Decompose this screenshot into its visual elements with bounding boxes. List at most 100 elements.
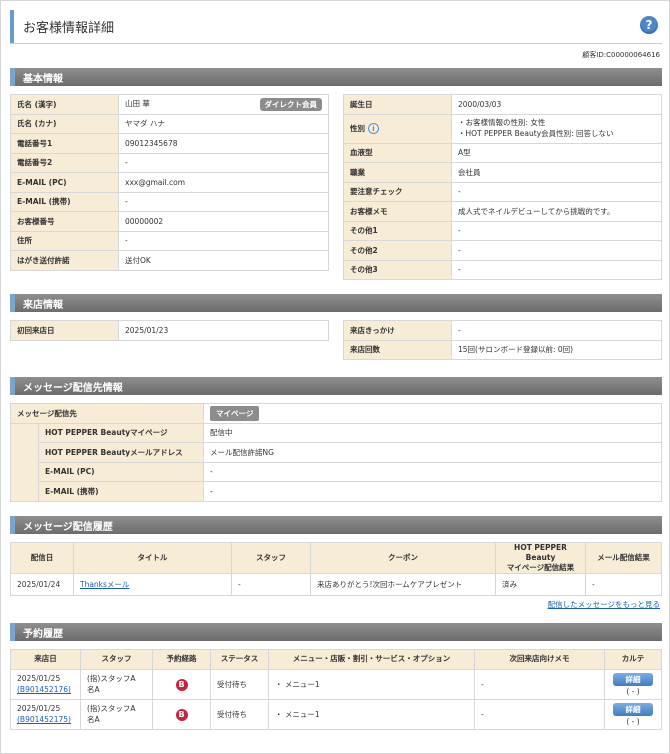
- field-value: -: [451, 220, 662, 241]
- col-coupon: クーポン: [310, 541, 496, 575]
- chart-cell: 詳細( - ): [604, 699, 662, 730]
- field-label: HOT PEPPER Beautyメールアドレス: [37, 442, 205, 463]
- field-value: 会社員: [451, 162, 662, 183]
- field-label: 職業: [343, 162, 452, 183]
- indent-cell: [10, 422, 39, 502]
- chart-cell: 詳細( - ): [604, 669, 662, 700]
- visit-date-cell: 2025/01/25 (B901452176): [10, 669, 81, 700]
- section-visit-info: 来店情報: [10, 294, 662, 312]
- field-value: -: [451, 259, 662, 280]
- basic-info-left-table: 氏名 (漢字) ダイレクト会員 山田 華氏名 (カナ) ヤマダ ハナ 電話番号1 0901…: [10, 94, 329, 271]
- col-delivery-date: 配信日: [10, 541, 74, 575]
- detail-button[interactable]: 詳細: [613, 673, 653, 686]
- field-value: A型: [451, 142, 662, 163]
- info-row: 氏名 (カナ) ヤマダ ハナ: [10, 113, 329, 134]
- field-value: 15回(サロンボード登録以前: 0回): [451, 339, 662, 360]
- section-reservation-history: 予約履歴: [10, 623, 662, 641]
- field-label: 電話番号1: [10, 133, 119, 154]
- info-row: E-MAIL (携帯) -: [10, 191, 329, 212]
- info-row: 初回来店日 2025/01/23: [10, 320, 329, 341]
- message-dest-row: HOT PEPPER Beautyマイページ 配信中: [10, 422, 662, 502]
- field-value: 09012345678: [118, 133, 329, 154]
- info-row: 電話番号1 09012345678: [10, 133, 329, 154]
- hotpepper-route-icon: B: [175, 708, 188, 721]
- message-dest-row: E-MAIL (携帯) -: [11, 481, 662, 502]
- field-value: メール配信許諾NG: [203, 442, 662, 463]
- col-next-memo: 次回来店向けメモ: [474, 649, 605, 670]
- detail-button[interactable]: 詳細: [613, 703, 653, 716]
- info-row: はがき送付許諾 送付OK: [10, 250, 329, 271]
- field-value: -: [451, 240, 662, 261]
- section-basic-info: 基本情報: [10, 68, 662, 86]
- field-value: -: [118, 230, 329, 251]
- staff-cell: (指)スタッフA 名A: [80, 669, 153, 700]
- field-value: -: [118, 152, 329, 173]
- field-label: E-MAIL (携帯): [37, 481, 205, 502]
- chart-sub: ( - ): [626, 717, 640, 726]
- col-mypage-result: HOT PEPPER Beauty マイページ配信結果: [495, 541, 586, 575]
- basic-info-right-table: 誕生日 2000/03/03 性別 i ・お客様情報の性別: 女性 ・HOT PEPPER…: [343, 94, 662, 280]
- info-row: 来店回数 15回(サロンボード登録以前: 0回): [343, 339, 662, 360]
- message-history-table: 配信日 タイトル スタッフ クーポン HOT PEPPER Beauty マイペー…: [10, 541, 662, 597]
- info-row: その他2-: [343, 240, 662, 261]
- field-value: 2000/03/03: [451, 94, 662, 115]
- info-row: 性別 i ・お客様情報の性別: 女性 ・HOT PEPPER Beauty会員性別: …: [343, 113, 662, 144]
- reservation-history-table: 来店日 スタッフ 予約経路 ステータス メニュー・店販・割引・サービス・オプショ…: [10, 649, 662, 730]
- header-divider: [10, 43, 662, 44]
- field-label: E-MAIL (PC): [10, 172, 119, 193]
- coupon-cell-cell: 来店ありがとう!次回ホームケアプレゼント: [310, 573, 496, 597]
- field-label: E-MAIL (PC): [37, 461, 205, 482]
- field-label: 性別 i: [343, 113, 452, 144]
- field-label: 初回来店日: [10, 320, 119, 341]
- more-messages-link[interactable]: 配信したメッセージをもっと見る: [548, 599, 660, 610]
- info-row: 血液型 A型: [343, 142, 662, 163]
- mail-result-cell: -: [585, 573, 662, 597]
- status-cell: 受付待ち: [210, 699, 269, 730]
- field-label: 来店きっかけ: [343, 320, 452, 341]
- info-row: 誕生日 2000/03/03: [343, 94, 662, 115]
- field-label: お客様メモ: [343, 201, 452, 222]
- customer-id: 顧客ID:C00000064616: [582, 51, 660, 59]
- field-label: 来店回数: [343, 339, 452, 360]
- col-chart: カルテ: [604, 649, 662, 670]
- visit-date-cell: 2025/01/25 (B901452175): [10, 699, 81, 730]
- col-staff: スタッフ: [231, 541, 311, 575]
- chart-sub: ( - ): [626, 687, 640, 696]
- col-status: ステータス: [210, 649, 269, 670]
- customer-detail-page: お客様情報詳細 ? 顧客ID:C00000064616 基本情報 氏名 (漢字)…: [0, 0, 670, 754]
- field-value: xxx@gmail.com: [118, 172, 329, 193]
- route-cell: B: [152, 669, 211, 700]
- info-row: お客様番号 00000002: [10, 211, 329, 232]
- delivery-date-cell: 2025/01/24: [10, 573, 74, 597]
- page-header: お客様情報詳細 ?: [10, 10, 662, 43]
- field-value: -: [203, 481, 662, 502]
- message-title-link[interactable]: Thanksメール: [80, 580, 129, 589]
- reservation-id-link[interactable]: (B901452176): [17, 685, 71, 694]
- help-icon[interactable]: ?: [640, 16, 658, 34]
- reservation-id-link[interactable]: (B901452175): [17, 715, 71, 724]
- field-label: はがき送付許諾: [10, 250, 119, 271]
- message-dest-row: HOT PEPPER Beautyメールアドレス メール配信許諾NG: [11, 442, 662, 463]
- field-value: 送付OK: [118, 250, 329, 271]
- field-value: ・お客様情報の性別: 女性 ・HOT PEPPER Beauty会員性別: 回答し…: [451, 113, 662, 144]
- direct-member-badge: ダイレクト会員: [259, 97, 322, 111]
- info-row: 住所 -: [10, 230, 329, 251]
- visit-info-left-table: 初回来店日 2025/01/23: [10, 320, 329, 341]
- staff-cell-cell: -: [231, 573, 311, 597]
- info-row: 氏名 (漢字) ダイレクト会員 山田 華: [10, 94, 329, 115]
- field-label: 誕生日: [343, 94, 452, 115]
- info-row: その他1-: [343, 220, 662, 241]
- field-value: 配信中: [203, 422, 662, 443]
- field-value: -: [203, 461, 662, 482]
- info-icon[interactable]: i: [368, 123, 379, 135]
- field-value: 2025/01/23: [118, 320, 329, 341]
- info-row: 来店きっかけ -: [343, 320, 662, 341]
- field-label: 要注意チェック: [343, 181, 452, 202]
- field-value: -: [451, 320, 662, 341]
- mypage-result-cell: 済み: [495, 573, 586, 597]
- message-dest-row: E-MAIL (PC) -: [11, 461, 662, 482]
- field-value: 成人式でネイルデビューしてから挑戦的です。: [451, 201, 662, 222]
- next-memo-cell: -: [474, 669, 605, 700]
- visit-info-right-table: 来店きっかけ - 来店回数 15回(サロンボード登録以前: 0回): [343, 320, 662, 360]
- col-visit-date: 来店日: [10, 649, 81, 670]
